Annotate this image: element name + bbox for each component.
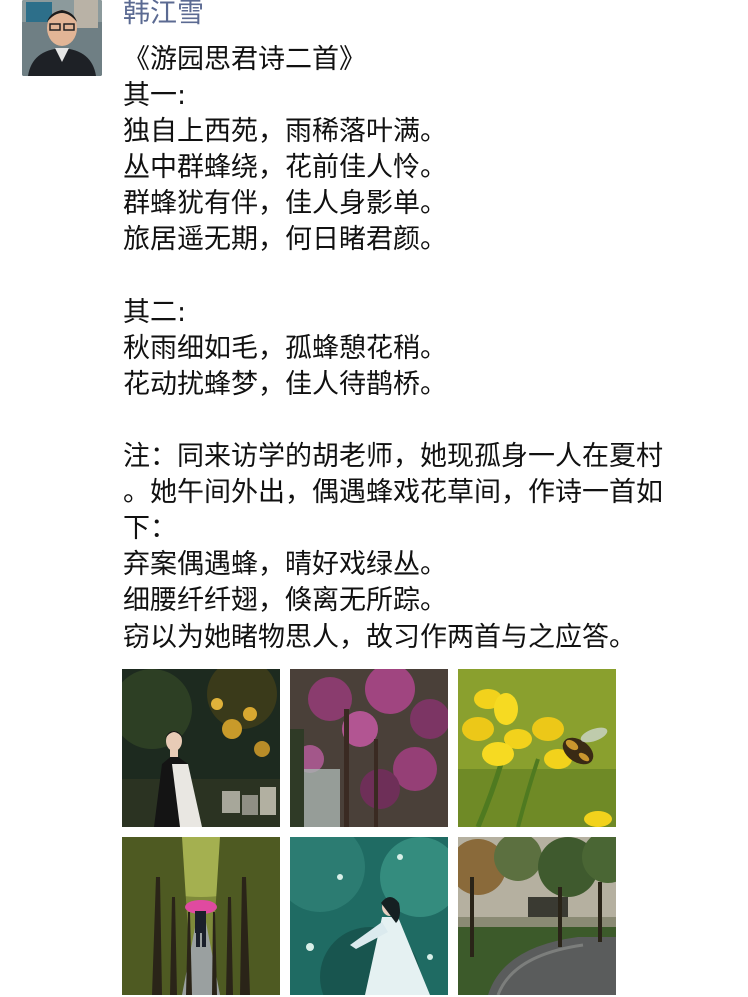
text-line: 。她午间外出，偶遇蜂戏花草间，作诗一首如 <box>123 477 663 509</box>
text-line: 旅居遥无期，何日睹君颜。 <box>123 224 447 256</box>
text-line: 其一: <box>123 80 187 112</box>
text-line: 细腰纤纤翅，倏离无所踪。 <box>123 585 447 617</box>
text-line: 独自上西苑，雨稀落叶满。 <box>123 116 447 148</box>
purple-blossom-photo[interactable] <box>290 669 448 827</box>
tree-avenue-pink-umbrella-photo[interactable] <box>122 837 280 995</box>
woman-in-white-dress-photo[interactable] <box>290 837 448 995</box>
text-line: 秋雨细如毛，孤蜂憩花稍。 <box>123 332 447 364</box>
rainy-park-path-photo[interactable] <box>458 837 616 995</box>
text-line: 花动扰蜂梦，佳人待鹊桥。 <box>123 368 447 400</box>
bee-on-yellow-flower-photo[interactable] <box>458 669 616 827</box>
text-line: 弃案偶遇蜂，晴好戏绿丛。 <box>123 549 447 581</box>
poem-title: 《游园思君诗二首》 <box>123 44 366 75</box>
woman-in-garden-photo[interactable] <box>122 669 280 827</box>
text-line: 窃以为她睹物思人，故习作两首与之应答。 <box>123 621 636 653</box>
author-name[interactable]: 韩江雪 <box>123 0 204 34</box>
avatar-image <box>22 0 102 76</box>
text-line: 下： <box>123 513 177 545</box>
text-line: 其二: <box>123 296 187 328</box>
text-line: 丛中群蜂绕，花前佳人怜。 <box>123 152 447 184</box>
post-text: 《游园思君诗二首》 其一: 独自上西苑，雨稀落叶满。 丛中群蜂绕，花前佳人怜。 … <box>123 42 733 656</box>
avatar[interactable] <box>22 0 102 76</box>
text-line: 群蜂犹有伴，佳人身影单。 <box>123 188 447 220</box>
text-line: 注：同来访学的胡老师，她现孤身一人在夏村 <box>123 441 663 473</box>
